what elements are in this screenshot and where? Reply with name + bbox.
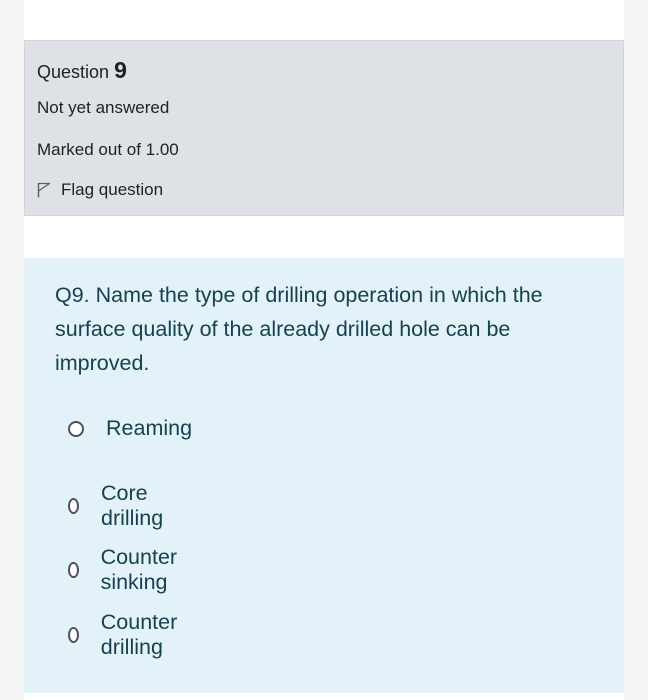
flag-question-label: Flag question <box>61 180 164 199</box>
answer-option[interactable]: Reaming <box>68 416 192 441</box>
question-state: Not yet answered <box>37 98 170 117</box>
question-content: Q9. Name the type of drilling operation … <box>24 258 624 693</box>
quiz-page: Question 9 Not yet answered Marked out o… <box>24 0 624 700</box>
answer-label: Counter drilling <box>100 610 178 659</box>
page-bottom-strip <box>24 693 624 700</box>
flag-question-link[interactable]: Flag question <box>37 180 163 200</box>
answer-label: Reaming <box>106 416 193 440</box>
question-number-value: 9 <box>114 57 127 83</box>
question-label: Question <box>37 62 110 82</box>
radio-unchecked-icon[interactable] <box>68 498 80 514</box>
question-grade: Marked out of 1.00 <box>37 140 179 159</box>
answer-label: Counter sinking <box>100 545 178 594</box>
radio-unchecked-icon[interactable] <box>68 627 79 643</box>
radio-unchecked-icon[interactable] <box>68 420 84 437</box>
radio-unchecked-icon[interactable] <box>68 562 79 578</box>
answer-label: Core drilling <box>101 481 164 530</box>
question-info-panel: Question 9 Not yet answered Marked out o… <box>24 40 624 216</box>
answer-option[interactable]: Counter drilling <box>68 610 183 660</box>
flag-outline-icon <box>37 182 51 198</box>
question-number: Question 9 <box>37 57 127 84</box>
question-text: Q9. Name the type of drilling operation … <box>55 283 543 375</box>
answer-option[interactable]: Core drilling <box>68 481 168 531</box>
answer-option[interactable]: Counter sinking <box>68 545 183 595</box>
